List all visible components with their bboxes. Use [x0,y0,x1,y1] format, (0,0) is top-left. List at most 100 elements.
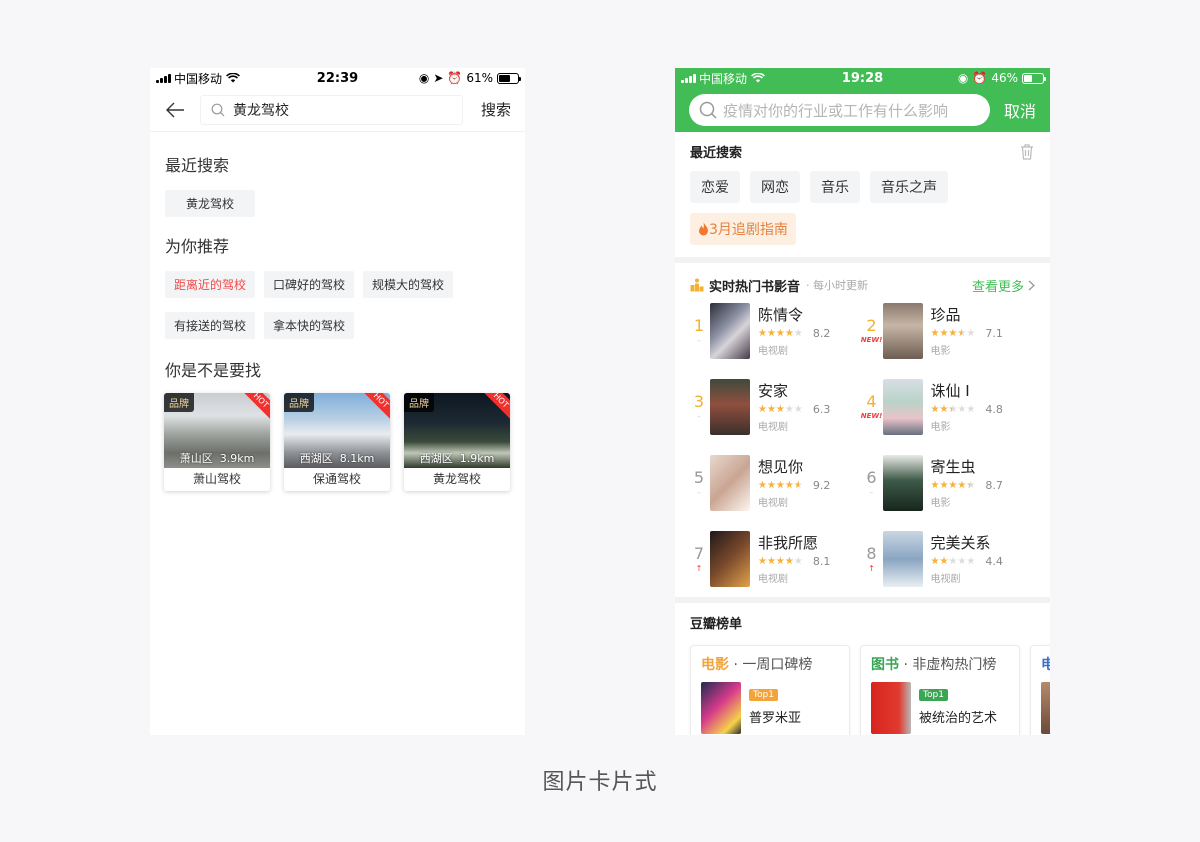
battery-icon [497,72,521,84]
green-header: 中国移动 19:28 ◉ ⏰ 46% 疫情对你的行业或工作有什么影响 取消 [675,68,1050,132]
ranking-item[interactable]: 1– 陈情令 ★★★★★★★★★★ 8.2 电视剧 [690,302,863,359]
status-bar: 中国移动 22:39 ◉ ➤ ⏰ 61% [150,68,525,88]
drama-guide-chip[interactable]: 3月追剧指南 [690,213,796,245]
rotation-lock-icon: ◉ [418,71,430,85]
item-info: 非我所愿 ★★★★★★★★★★ 8.1 电视剧 [758,532,830,585]
section-divider [675,597,1050,603]
recent-search-chip[interactable]: 网恋 [750,171,800,203]
recommend-chip-shuttle[interactable]: 有接送的驾校 [165,312,256,339]
back-arrow-icon[interactable] [164,99,186,121]
ranking-item[interactable]: 6– 寄生虫 ★★★★★★★★★★ 8.7 电影 [863,454,1036,511]
recent-search-section: 最近搜索 恋爱 网恋 音乐 音乐之声 3月追剧指南 [675,132,1050,257]
rating-row: ★★★★★ ★★★★★ 9.2 [758,479,830,492]
recent-search-chip[interactable]: 音乐之声 [870,171,948,203]
recent-search-chip[interactable]: 黄龙驾校 [165,190,256,217]
rank-number: 7 [693,543,705,563]
rating-row: ★★★★★★★★★★ 7.1 [931,327,1003,340]
school-name: 黄龙驾校 [432,472,481,486]
signal-icon [681,73,696,83]
rank-trend: – [697,487,701,497]
recommend-chip-reputation[interactable]: 口碑好的驾校 [264,271,355,298]
star-rating: ★★★★★★★★★★ [758,404,803,415]
item-kind: 电视剧 [758,422,788,433]
ranking-item[interactable]: 7↑ 非我所愿 ★★★★★★★★★★ 8.1 电视剧 [690,530,863,587]
list-card-book[interactable]: 图书 · 非虚构热门榜 Top1 被统治的艺术 [860,645,1020,735]
ranking-item[interactable]: 8↑ 完美关系 ★★★★★★★★★★ 4.4 电视剧 [863,530,1036,587]
rank-trend: – [697,411,701,421]
alarm-icon: ⏰ [447,71,463,85]
star-rating: ★★★★★★★★★★ [930,328,976,339]
see-more-link[interactable]: 查看更多 [972,276,1035,295]
recommend-chip-nearby[interactable]: 距离近的驾校 [165,271,256,298]
item-title: 非我所愿 [758,534,819,552]
list-card-partial[interactable]: 电 [1030,645,1050,735]
list-card-item: 被统治的艺术 [919,711,998,726]
rating-score: 6.3 [812,403,831,416]
cancel-button[interactable]: 取消 [1004,98,1036,122]
rank-column: 7 ↑ [690,544,708,574]
rank-number: 1 [693,315,705,335]
recommend-title: 为你推荐 [165,237,230,256]
figure-caption: 图片卡片式 [542,770,658,795]
ranking-item[interactable]: 2NEW! 珍品 ★★★★★★★★★★ 7.1 电影 [860,302,1036,359]
status-bar: 中国移动 19:28 ◉ ⏰ 46% [675,68,1050,88]
item-kind: 电视剧 [930,574,961,585]
recent-search-chip[interactable]: 恋爱 [690,171,740,203]
battery-fill [499,74,510,82]
school-photo: 品牌 HOT 西湖区 1.9km [404,393,510,468]
school-photo: 品牌 HOT 萧山区 3.9km [164,393,270,468]
item-kind: 电影 [930,422,951,433]
poster-image [710,378,750,435]
item-info: 寄生虫 ★★★★★★★★★★ 8.7 电影 [931,456,1003,509]
ranking-item[interactable]: 3– 安家 ★★★★★★★★★★ 6.3 电视剧 [690,378,863,435]
item-kind: 电视剧 [758,498,788,509]
ranking-icon [690,278,704,292]
rating-row: ★★★★★★★★★★ 8.7 [931,479,1003,492]
hot-section-subtitle: · 每小时更新 [806,279,869,292]
search-placeholder: 疫情对你的行业或工作有什么影响 [723,101,949,120]
rank-column: 2 NEW! [860,316,883,346]
recent-search-title: 最近搜索 [690,146,743,161]
search-query: 黄龙驾校 [233,102,289,119]
ranking-item[interactable]: 5– 想见你 ★★★★★ ★★★★★ 9.2 电视剧 [690,454,863,511]
search-button[interactable]: 搜索 [481,99,511,120]
star-rating-fill: ★★★★★ [930,556,951,567]
recommend-chips-row-2: 有接送的驾校 拿本快的驾校 [150,312,525,339]
star-rating: ★★★★★★★★★★ [930,556,976,567]
search-input[interactable]: 黄龙驾校 [200,94,463,125]
rating-score: 9.2 [812,479,831,492]
rank-trend: NEW! [860,335,883,344]
star-rating-fill: ★★★★★ [758,328,795,339]
item-info: 安家 ★★★★★★★★★★ 6.3 电视剧 [758,380,830,433]
recommend-chip-scale[interactable]: 规模大的驾校 [363,271,454,298]
list-card-name: · 非虚构热门榜 [903,657,997,673]
section-divider [675,257,1050,263]
rank-column: 6– [863,468,881,498]
star-rating: ★★★★★★★★★★ [758,480,803,491]
school-card[interactable]: 品牌 HOT 西湖区 1.9km 黄龙驾校 [404,393,510,491]
school-card[interactable]: 品牌 HOT 萧山区 3.9km 萧山驾校 [164,393,270,491]
recent-search-chips: 黄龙驾校 [150,190,525,217]
rank-column: 5– [690,468,708,498]
hot-ribbon: HOT [240,393,270,421]
item-info: 完美关系 ★★★★★★★★★★ 4.4 电视剧 [931,532,1003,585]
recent-search-chip[interactable]: 音乐 [810,171,860,203]
trash-icon[interactable] [1019,143,1035,160]
recommend-chip-fast[interactable]: 拿本快的驾校 [264,312,355,339]
star-rating: ★★★★★★★★★★ [758,328,803,339]
ranking-item[interactable]: 4NEW! 诛仙 I ★★★★★★★★★★ 4.8 电影 [861,378,1036,435]
item-info: 想见你 ★★★★★ ★★★★★ 9.2 电视剧 [758,456,830,509]
item-title: 珍品 [930,306,961,324]
rating-row: ★★★★★★★★★★ 4.8 [931,403,1003,416]
rating-score: 4.8 [985,403,1003,416]
brand-badge: 品牌 [284,393,314,412]
school-card[interactable]: 品牌 HOT 西湖区 8.1km 保通驾校 [284,393,390,491]
search-input[interactable]: 疫情对你的行业或工作有什么影响 [689,94,990,126]
poster-image [882,378,923,435]
rank-number: 5 [693,467,705,487]
list-card-movie[interactable]: 电影 · 一周口碑榜 Top1 普罗米亚 [690,645,850,735]
battery-percent: 61% [466,71,493,85]
alarm-icon: ⏰ [972,71,988,85]
guide-row: 3月追剧指南 [690,213,1035,257]
top1-badge: Top1 [749,689,778,701]
